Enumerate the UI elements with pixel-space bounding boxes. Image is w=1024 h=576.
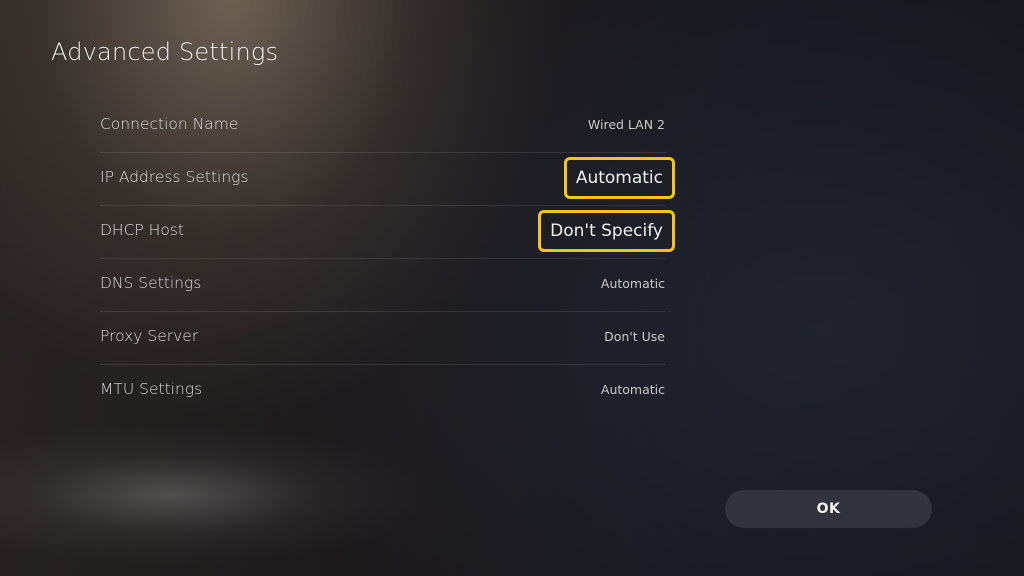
setting-row-connection-name[interactable]: Connection Name Wired LAN 2	[100, 100, 666, 153]
setting-value: Wired LAN 2	[587, 117, 665, 132]
setting-label: IP Address Settings	[100, 168, 249, 186]
settings-list: Connection Name Wired LAN 2 IP Address S…	[100, 100, 675, 417]
setting-value: Don't Use	[604, 329, 665, 344]
setting-row-dns-settings[interactable]: DNS Settings Automatic	[100, 259, 666, 312]
setting-value-highlighted: Automatic	[563, 156, 675, 199]
setting-row-proxy-server[interactable]: Proxy Server Don't Use	[100, 312, 666, 365]
setting-value-highlighted: Don't Specify	[538, 209, 675, 252]
setting-label: MTU Settings	[100, 380, 203, 398]
setting-label: DHCP Host	[100, 221, 184, 239]
page-title: Advanced Settings	[51, 38, 279, 66]
setting-value: Automatic	[600, 276, 665, 291]
setting-row-dhcp-host[interactable]: DHCP Host Don't Specify	[100, 206, 675, 259]
setting-label: DNS Settings	[100, 274, 202, 292]
setting-label: Connection Name	[100, 115, 239, 133]
ok-button[interactable]: OK	[725, 490, 932, 528]
setting-value: Automatic	[600, 382, 665, 397]
setting-row-ip-address-settings[interactable]: IP Address Settings Automatic	[100, 153, 675, 206]
setting-row-mtu-settings[interactable]: MTU Settings Automatic	[100, 365, 666, 417]
setting-label: Proxy Server	[100, 327, 199, 345]
